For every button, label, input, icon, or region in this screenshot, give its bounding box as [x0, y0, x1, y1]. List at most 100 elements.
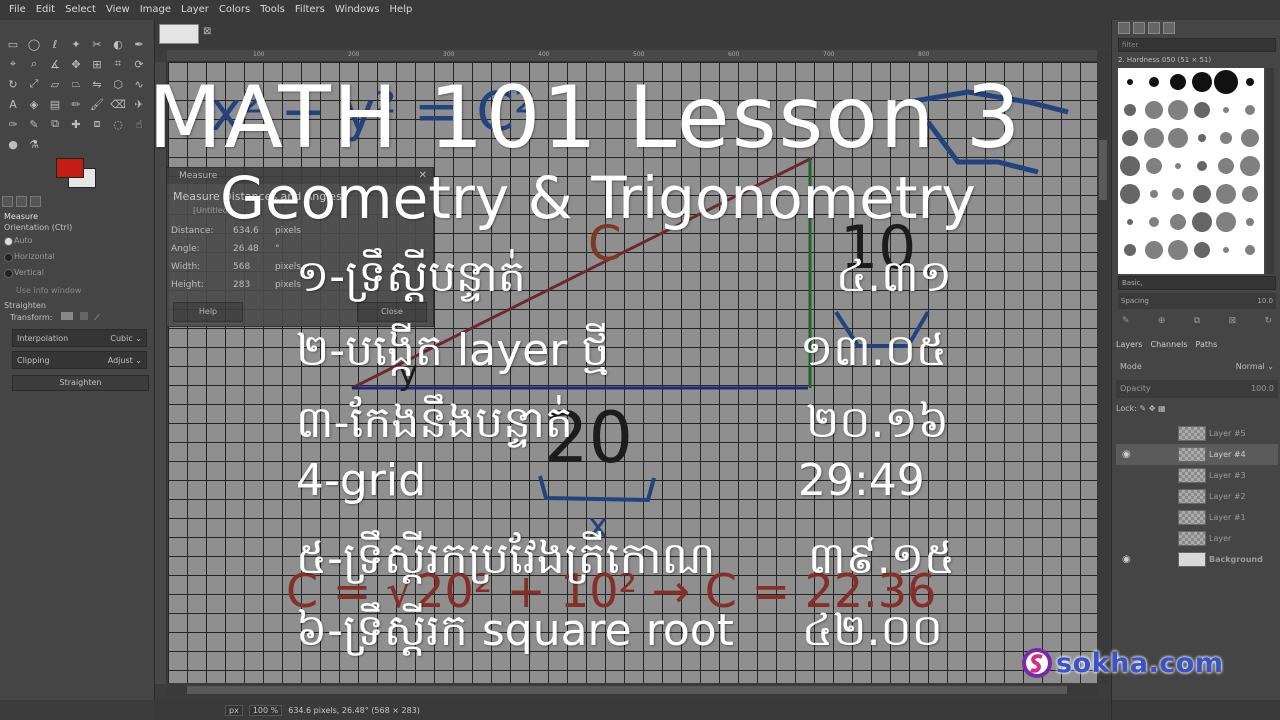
brush-preview[interactable]	[1241, 129, 1259, 147]
blur-icon[interactable]: ◌	[109, 116, 127, 132]
brush-preview[interactable]	[1220, 132, 1232, 144]
transform-layer-icon[interactable]	[61, 312, 74, 320]
interpolation-select[interactable]: Interpolation Cubic ⌄	[12, 329, 147, 347]
transform-path-icon[interactable]: ⟋	[94, 311, 100, 325]
brush-preview[interactable]	[1192, 212, 1212, 232]
brush-preview[interactable]	[1145, 101, 1163, 119]
brush-preview[interactable]	[1245, 105, 1255, 115]
brush-preview[interactable]	[1198, 134, 1206, 142]
menu-tools[interactable]: Tools	[255, 0, 290, 20]
patterns-tab[interactable]	[1133, 22, 1145, 34]
warp-icon[interactable]: ∿	[130, 76, 148, 92]
menu-edit[interactable]: Edit	[31, 0, 60, 20]
cage-icon[interactable]: ⬡	[109, 76, 127, 92]
delete-brush-icon[interactable]: ⊠	[1229, 316, 1237, 326]
crop-icon[interactable]: ⌗	[109, 56, 127, 72]
scale-icon[interactable]: ⤢	[25, 76, 43, 92]
brush-preview[interactable]	[1194, 102, 1210, 118]
vertical-scrollbar[interactable]	[1097, 50, 1109, 684]
brush-preview[interactable]	[1192, 72, 1212, 92]
lock-alpha-icon[interactable]: ▦	[1158, 404, 1166, 413]
brush-preview[interactable]	[1124, 244, 1136, 256]
perspective-clone-icon[interactable]: ⧈	[88, 116, 106, 132]
menu-view[interactable]: View	[101, 0, 135, 20]
layer-row[interactable]: Layer #3	[1116, 465, 1278, 486]
mypaint-icon[interactable]: ✎	[25, 116, 43, 132]
layer-row[interactable]: Layer #1	[1116, 507, 1278, 528]
brush-preview[interactable]	[1246, 78, 1254, 86]
fonts-tab[interactable]	[1148, 22, 1160, 34]
brush-preview[interactable]	[1144, 128, 1164, 148]
lock-pixels-icon[interactable]: ✎	[1139, 404, 1146, 413]
image-canvas[interactable]: x² + y² = C² C 20 10 x y C = √20² + 10² …	[168, 62, 1097, 683]
brush-preview[interactable]	[1145, 241, 1163, 259]
menu-windows[interactable]: Windows	[330, 0, 385, 20]
brushes-tab[interactable]	[1118, 22, 1130, 34]
shear-icon[interactable]: ▱	[46, 76, 64, 92]
scissors-icon[interactable]: ✂	[88, 36, 106, 52]
brush-filter-input[interactable]: filter	[1118, 38, 1276, 52]
brush-preview[interactable]	[1170, 214, 1186, 230]
pencil-icon[interactable]: ✏	[67, 96, 85, 112]
brush-preview[interactable]	[1149, 77, 1159, 87]
zoom-icon[interactable]: ⌕	[25, 56, 43, 72]
menu-colors[interactable]: Colors	[214, 0, 255, 20]
brush-preview[interactable]	[1246, 218, 1254, 226]
foreground-select-icon[interactable]: ◐	[109, 36, 127, 52]
ink-icon[interactable]: ✑	[4, 116, 22, 132]
brush-preview[interactable]	[1216, 212, 1236, 232]
undo-history-tab[interactable]	[30, 196, 41, 207]
brush-preview[interactable]	[1223, 247, 1229, 253]
horizontal-scroll-thumb[interactable]	[187, 686, 1067, 694]
brush-preset-select[interactable]: Basic,	[1118, 276, 1276, 290]
brush-preview[interactable]	[1170, 74, 1186, 90]
brush-preview[interactable]	[1149, 217, 1159, 227]
brush-preview[interactable]	[1175, 163, 1181, 169]
new-brush-icon[interactable]: ⊕	[1158, 316, 1166, 326]
tab-layers[interactable]: Layers	[1116, 338, 1142, 352]
layer-mode-select[interactable]: Mode Normal ⌄	[1116, 358, 1278, 376]
layer-opacity-slider[interactable]: Opacity 100.0	[1116, 380, 1278, 398]
brush-preview[interactable]	[1216, 184, 1236, 204]
brush-preview[interactable]	[1218, 158, 1234, 174]
brush-preview[interactable]	[1168, 128, 1188, 148]
text-icon[interactable]: A	[4, 96, 22, 112]
brush-preview[interactable]	[1197, 161, 1207, 171]
menu-layer[interactable]: Layer	[176, 0, 214, 20]
unified-transform-icon[interactable]: ⟳	[130, 56, 148, 72]
bucket-fill-icon[interactable]: ◈	[25, 96, 43, 112]
align-icon[interactable]: ⊞	[88, 56, 106, 72]
rect-select-icon[interactable]: ▭	[4, 36, 22, 52]
document-history-tab[interactable]	[1163, 22, 1175, 34]
brush-preview[interactable]	[1193, 185, 1211, 203]
menu-filters[interactable]: Filters	[290, 0, 330, 20]
brush-preview[interactable]	[1127, 79, 1133, 85]
use-info-window-checkbox[interactable]: Use info window	[0, 285, 155, 296]
gradient-icon[interactable]: ▤	[46, 96, 64, 112]
unit-select[interactable]: px	[225, 704, 243, 716]
straighten-button[interactable]: Straighten	[12, 375, 149, 391]
image-tab-thumbnail[interactable]	[159, 24, 199, 44]
orientation-auto-radio[interactable]: Auto	[0, 233, 155, 249]
fuzzy-select-icon[interactable]: ✦	[67, 36, 85, 52]
brush-preview[interactable]	[1120, 184, 1140, 204]
brush-preview[interactable]	[1146, 158, 1162, 174]
close-icon[interactable]: ✕	[419, 170, 427, 181]
edit-brush-icon[interactable]: ✎	[1122, 316, 1130, 326]
brush-spacing-slider[interactable]: Spacing 10.0	[1118, 293, 1276, 309]
vertical-ruler[interactable]	[155, 62, 167, 684]
layer-row[interactable]: ◉ Background	[1116, 549, 1278, 570]
paths-icon[interactable]: ✒	[130, 36, 148, 52]
rotate-icon[interactable]: ↻	[4, 76, 22, 92]
move-icon[interactable]: ✥	[67, 56, 85, 72]
flip-icon[interactable]: ⇋	[88, 76, 106, 92]
menu-image[interactable]: Image	[135, 0, 176, 20]
eraser-icon[interactable]: ⌫	[109, 96, 127, 112]
refresh-brushes-icon[interactable]: ↻	[1264, 316, 1272, 326]
brush-preview[interactable]	[1122, 130, 1138, 146]
tab-channels[interactable]: Channels	[1150, 338, 1187, 352]
close-icon[interactable]: ⊠	[203, 26, 211, 37]
smudge-icon[interactable]: ☝	[130, 116, 148, 132]
visibility-eye-icon[interactable]: ◉	[1122, 549, 1131, 570]
layer-row[interactable]: ◉ Layer #4	[1116, 444, 1278, 465]
